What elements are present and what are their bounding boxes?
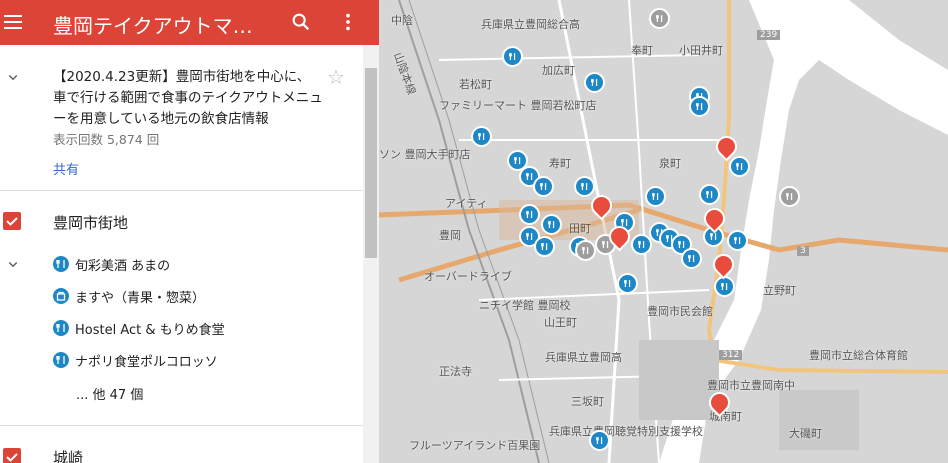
share-link[interactable]: 共有 (53, 159, 79, 178)
map-description-section: 【2020.4.23更新】豊岡市街地を中心に、車で行ける範囲で食事のテイクアウト… (0, 45, 363, 190)
more-vert-icon[interactable] (337, 11, 359, 33)
check-icon (6, 453, 18, 462)
map-pin[interactable] (519, 204, 540, 225)
route-badge: 312 (719, 350, 743, 360)
more-items-link[interactable]: ... 他 47 個 (76, 384, 143, 403)
panel-scrollbar[interactable] (363, 45, 379, 463)
map-pin[interactable] (779, 186, 800, 207)
map-label: 泉町 (659, 157, 681, 170)
check-icon (6, 217, 18, 226)
map-pin[interactable] (631, 234, 652, 255)
list-item[interactable]: Hostel Act & もりめ食堂 (53, 316, 353, 342)
map-pin[interactable] (574, 176, 595, 197)
map-pin[interactable] (589, 430, 610, 451)
map-pin[interactable] (471, 126, 492, 147)
divider (0, 425, 363, 426)
map-pin[interactable] (584, 72, 605, 93)
map-legend-panel: 【2020.4.23更新】豊岡市街地を中心に、車で行ける範囲で食事のテイクアウト… (0, 0, 363, 463)
map-label: 兵庫県立豊岡高 (545, 351, 622, 364)
divider (0, 190, 363, 191)
map-pin[interactable] (727, 230, 748, 251)
map-label: 小田井町 (679, 44, 723, 57)
map-label: ニチイ学館 豊岡校 (479, 299, 571, 312)
map-label: 加広町 (542, 64, 575, 77)
map-pin[interactable] (699, 184, 720, 205)
list-item-label: ナポリ食堂ポルコロッソ (75, 355, 218, 370)
map-label: 豊岡市立総合体育館 (809, 349, 908, 362)
map-pin[interactable] (534, 236, 555, 257)
map-pin[interactable] (575, 240, 596, 261)
map-label: 正法寺 (439, 365, 472, 378)
layer-title: 豊岡市街地 (53, 214, 129, 232)
layer-checkbox[interactable] (3, 212, 21, 230)
map-label: 中陰 (391, 14, 413, 27)
star-icon[interactable]: ☆ (327, 67, 345, 87)
map-label: ソン 豊岡大手町店 (379, 148, 471, 161)
scrollbar-thumb[interactable] (365, 68, 377, 258)
map-label: アイティ (445, 197, 488, 210)
map-label: 山王町 (544, 316, 577, 329)
map-label: 大磯町 (789, 427, 822, 440)
restaurant-icon (53, 256, 69, 272)
map-label: 奉町 (631, 44, 653, 57)
map-pin[interactable] (689, 96, 710, 117)
list-item-label: 旬彩美酒 あまの (75, 259, 171, 274)
list-item[interactable]: ナポリ食堂ポルコロッソ (53, 348, 353, 374)
map-label: 三坂町 (571, 395, 604, 408)
map-pin[interactable] (729, 156, 750, 177)
layer-header-kinosaki[interactable]: 城崎 (0, 438, 363, 463)
restaurant-icon (53, 320, 69, 336)
route-badge: 3 (797, 246, 809, 256)
layer-checkbox[interactable] (3, 448, 21, 463)
map-pin[interactable] (649, 8, 670, 29)
layer-header-toyooka[interactable]: 豊岡市街地 (0, 202, 363, 242)
layer-title: 城崎 (53, 449, 84, 463)
map-description: 【2020.4.23更新】豊岡市街地を中心に、車で行ける範囲で食事のテイクアウト… (53, 69, 323, 127)
route-badge: 239 (757, 30, 781, 40)
map-label: 豊岡 (439, 229, 461, 242)
menu-icon[interactable] (4, 11, 26, 33)
map-pin[interactable] (541, 214, 562, 235)
map-label: 田町 (569, 222, 591, 235)
map-pin[interactable] (681, 248, 702, 269)
map-label: フルーツアイランド百果園 (409, 439, 541, 452)
chevron-down-icon[interactable] (4, 68, 22, 86)
map-label: オーバードライブ (424, 270, 512, 283)
search-icon[interactable] (290, 11, 312, 33)
list-item-label: Hostel Act & もりめ食堂 (75, 323, 225, 338)
map-label: 兵庫県立豊岡聴覚特別支援学校 (549, 425, 703, 438)
chevron-down-icon[interactable] (4, 255, 22, 273)
app-header: 豊岡テイクアウトマップ (0, 0, 379, 45)
map-label: 兵庫県立豊岡総合高 (481, 18, 580, 31)
list-item-label: ますや（青果・惣菜） (75, 291, 206, 306)
map-label: 豊岡市民会館 (647, 305, 713, 318)
view-count: 表示回数 5,874 回 (53, 132, 160, 147)
map-label: ファミリーマート 豊岡若松町店 (439, 99, 597, 112)
map-pin[interactable] (533, 176, 554, 197)
map-title: 豊岡テイクアウトマップ (53, 14, 267, 38)
map-pin[interactable] (645, 186, 666, 207)
restaurant-icon (53, 352, 69, 368)
list-item[interactable]: ますや（青果・惣菜） (53, 284, 353, 310)
list-item[interactable]: 旬彩美酒 あまの (53, 252, 353, 278)
map-pin[interactable] (617, 273, 638, 294)
map-pin[interactable] (502, 46, 523, 67)
map-label: 寿町 (549, 157, 571, 170)
shop-bag-icon (53, 288, 69, 304)
map-pin[interactable] (714, 276, 735, 297)
map-label: 若松町 (459, 78, 492, 91)
map-canvas[interactable]: 兵庫県立豊岡総合高 加広町 若松町 ファミリーマート 豊岡若松町店 ソン 豊岡大… (379, 0, 948, 463)
map-label: 立野町 (763, 284, 796, 297)
